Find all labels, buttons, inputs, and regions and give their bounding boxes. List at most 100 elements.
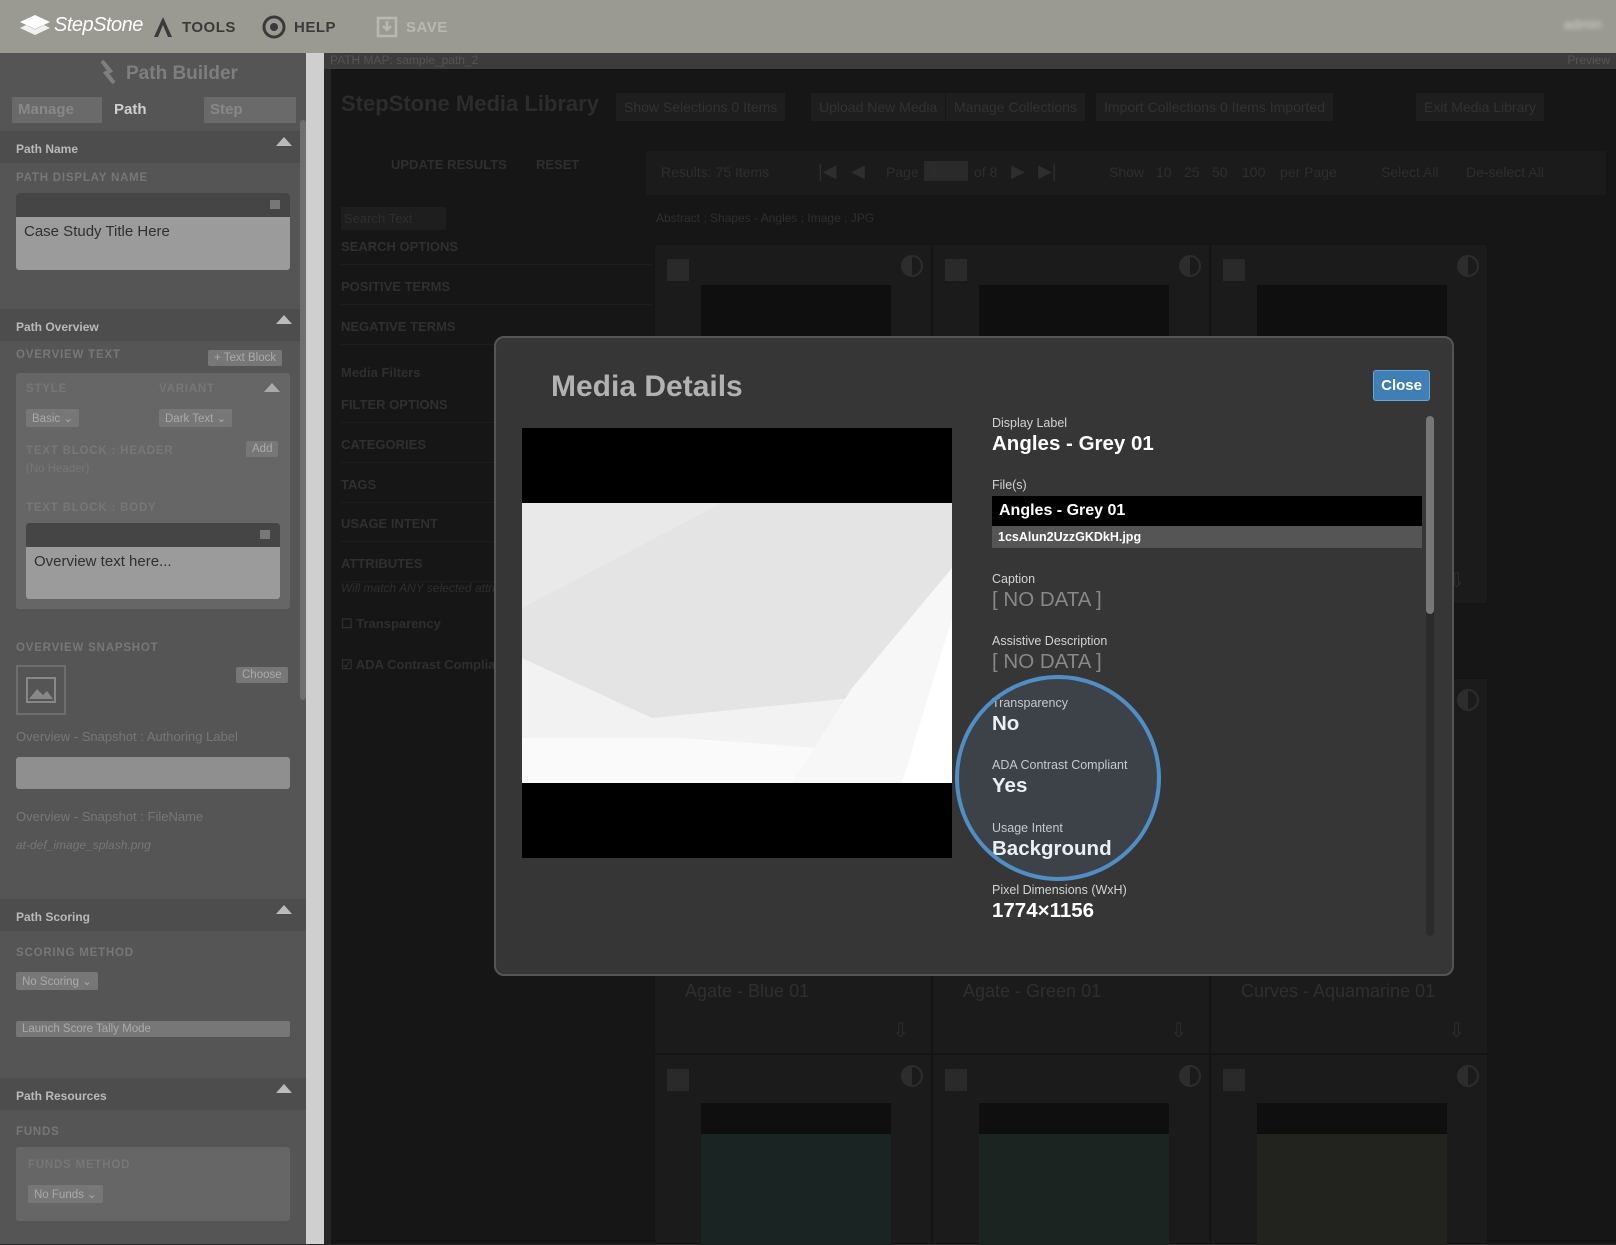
save-label: SAVE xyxy=(406,18,448,36)
positive-terms-header[interactable]: POSITIVE TERMS xyxy=(341,279,651,305)
media-thumbnail[interactable] xyxy=(1257,1103,1447,1245)
import-collections-button[interactable]: Import Collections 0 Items Imported xyxy=(1096,93,1333,121)
prev-page-icon[interactable]: ◀ xyxy=(851,161,865,182)
media-card-title: Agate - Green 01 xyxy=(963,981,1102,1001)
first-page-icon[interactable]: |◀ xyxy=(818,161,837,182)
snapshot-filename-label: Overview - Snapshot : FileName xyxy=(16,809,204,824)
section-path-name[interactable]: Path Name xyxy=(0,131,306,163)
help-menu[interactable]: HELP xyxy=(262,15,336,39)
deselect-all-button[interactable]: De-select All xyxy=(1466,164,1544,180)
per-page-10[interactable]: 10 xyxy=(1156,164,1172,180)
scrollbar-thumb[interactable] xyxy=(1426,416,1434,614)
upload-new-media-button[interactable]: Upload New Media xyxy=(811,93,946,121)
user-menu[interactable]: admin xyxy=(1564,16,1602,32)
style-select[interactable]: Basic xyxy=(26,409,79,427)
file-entry[interactable]: Angles - Grey 01 1csAlun2UzzGKDkH.jpg xyxy=(992,496,1422,548)
page-input[interactable]: 1 xyxy=(924,161,968,181)
path-display-name-field[interactable]: Case Study Title Here xyxy=(16,193,290,270)
caption-label: Caption xyxy=(992,572,1036,586)
download-icon[interactable]: ⇩ xyxy=(1170,1018,1187,1043)
save-button[interactable]: SAVE xyxy=(376,15,448,39)
select-checkbox[interactable] xyxy=(667,1069,689,1091)
add-text-block-button[interactable]: + Text Block xyxy=(208,350,283,366)
overview-text-label: OVERVIEW TEXT xyxy=(16,349,121,361)
media-card[interactable] xyxy=(932,1054,1210,1245)
close-button[interactable]: Close xyxy=(1373,370,1430,401)
last-page-icon[interactable]: ▶| xyxy=(1038,161,1057,182)
media-thumbnail[interactable] xyxy=(979,1103,1169,1245)
add-header-button[interactable]: Add xyxy=(246,441,279,457)
stepstone-logo[interactable]: StepStone xyxy=(18,12,143,38)
funds-method-select[interactable]: No Funds xyxy=(28,1185,103,1203)
download-icon[interactable]: ⇩ xyxy=(1448,1018,1465,1043)
media-preview-image xyxy=(522,503,952,783)
per-page-50[interactable]: 50 xyxy=(1212,164,1228,180)
path-display-name-label: PATH DISPLAY NAME xyxy=(16,172,149,184)
show-label: Show xyxy=(1109,164,1145,180)
snapshot-thumbnail[interactable] xyxy=(16,665,66,715)
launch-score-tally-button[interactable]: Launch Score Tally Mode xyxy=(16,1021,290,1037)
tab-step[interactable]: Step xyxy=(204,97,296,123)
media-card[interactable] xyxy=(654,1054,932,1245)
download-icon[interactable]: ⇩ xyxy=(892,1018,909,1043)
search-input[interactable]: Search Text xyxy=(341,207,446,230)
collapse-icon[interactable] xyxy=(276,905,292,914)
brand-name: StepStone xyxy=(54,13,143,36)
save-icon xyxy=(376,16,398,38)
select-checkbox[interactable] xyxy=(945,259,967,281)
contrast-icon xyxy=(1457,1065,1479,1087)
username: admin xyxy=(1563,16,1602,32)
modal-scrollbar[interactable] xyxy=(1426,416,1434,936)
scoring-method-select[interactable]: No Scoring xyxy=(16,972,98,990)
contrast-icon xyxy=(1457,255,1479,277)
tools-menu[interactable]: TOOLS xyxy=(152,15,236,39)
select-checkbox[interactable] xyxy=(1223,259,1245,281)
update-results-button[interactable]: UPDATE RESULTS xyxy=(391,157,507,172)
import-collections-label: Import Collections xyxy=(1104,99,1217,115)
select-checkbox[interactable] xyxy=(945,1069,967,1091)
section-path-scoring[interactable]: Path Scoring xyxy=(0,899,306,931)
per-page-label: per Page xyxy=(1280,164,1337,180)
per-page-100[interactable]: 100 xyxy=(1242,164,1265,180)
assistive-description-label: Assistive Description xyxy=(992,634,1108,648)
tab-manage[interactable]: Manage xyxy=(12,97,102,123)
collapse-icon[interactable] xyxy=(276,315,292,324)
select-all-button[interactable]: Select All xyxy=(1381,164,1439,180)
choose-snapshot-button[interactable]: Choose xyxy=(236,667,288,683)
panel-title: Path Builder xyxy=(126,63,238,84)
next-page-icon[interactable]: ▶ xyxy=(1011,161,1025,182)
text-block-body-field[interactable]: Overview text here... xyxy=(26,523,280,599)
snapshot-authoring-input[interactable] xyxy=(16,757,290,789)
path-display-name-value: Case Study Title Here xyxy=(24,223,170,240)
collapse-icon[interactable] xyxy=(276,1084,292,1093)
per-page-25[interactable]: 25 xyxy=(1184,164,1200,180)
section-path-overview[interactable]: Path Overview xyxy=(0,309,306,341)
media-preview xyxy=(522,428,952,858)
collapse-icon[interactable] xyxy=(276,137,292,146)
attributes-note: Will match ANY selected attribute xyxy=(341,581,519,595)
exit-media-library-button[interactable]: Exit Media Library xyxy=(1416,93,1545,121)
reset-button[interactable]: RESET xyxy=(536,157,579,172)
media-card[interactable] xyxy=(1210,1054,1488,1245)
text-block-body-value: Overview text here... xyxy=(34,553,172,570)
editor-toolbar[interactable] xyxy=(26,523,280,547)
select-checkbox[interactable] xyxy=(1223,1069,1245,1091)
snapshot-filename-value: at-def_image_splash.png xyxy=(16,838,151,852)
manage-collections-button[interactable]: Manage Collections xyxy=(946,93,1085,121)
show-selections-button[interactable]: Show Selections 0 Items xyxy=(616,93,786,121)
preview-link[interactable]: Preview xyxy=(1567,53,1610,67)
section-title: Path Overview xyxy=(16,320,99,334)
overview-snapshot-label: OVERVIEW SNAPSHOT xyxy=(16,642,159,654)
editor-toolbar[interactable] xyxy=(16,193,290,217)
select-checkbox[interactable] xyxy=(667,259,689,281)
variant-select[interactable]: Dark Text xyxy=(159,409,233,427)
ada-contrast-label: ADA Contrast Compliant xyxy=(355,657,508,672)
tab-path[interactable]: Path xyxy=(108,97,198,123)
media-thumbnail[interactable] xyxy=(701,1103,891,1245)
help-icon xyxy=(262,15,286,39)
transparency-checkbox[interactable]: ☐ Transparency xyxy=(341,616,441,632)
search-options-header[interactable]: SEARCH OPTIONS xyxy=(341,239,651,265)
ada-contrast-checkbox[interactable]: ☑ ADA Contrast Compliant xyxy=(341,657,508,673)
section-path-resources[interactable]: Path Resources xyxy=(0,1078,306,1110)
collapse-icon[interactable] xyxy=(264,383,280,392)
